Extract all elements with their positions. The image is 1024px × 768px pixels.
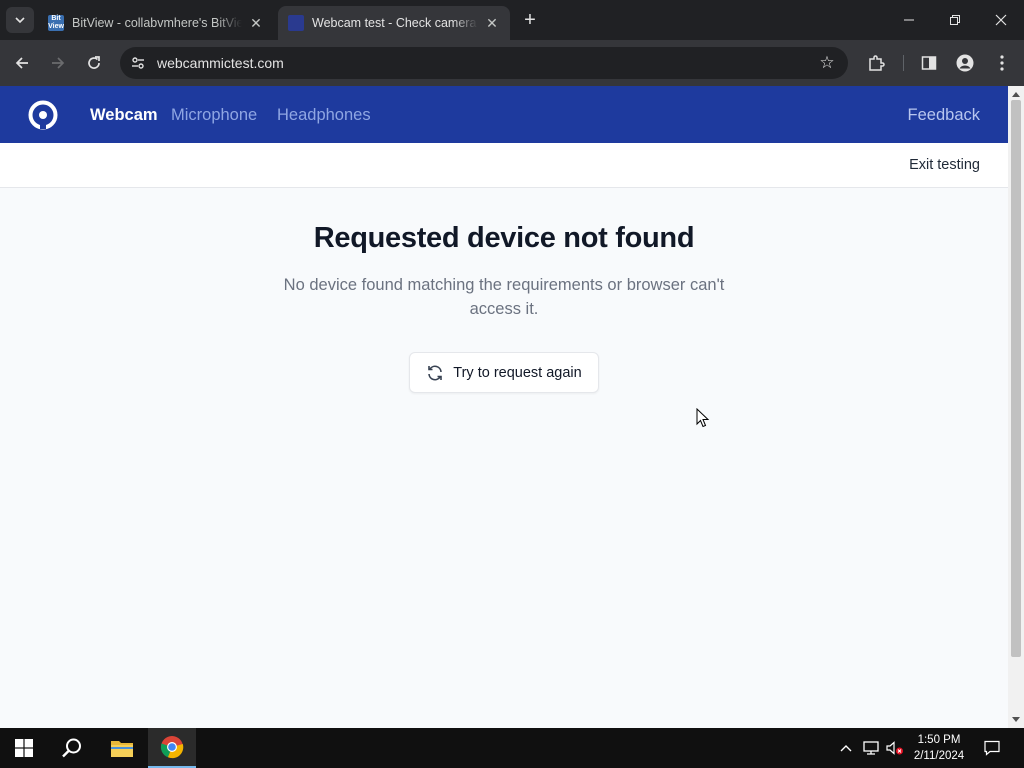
- arrow-right-icon: [52, 57, 65, 69]
- minimize-icon: [904, 19, 914, 21]
- chevron-up-icon: [840, 745, 852, 752]
- scroll-down-icon[interactable]: [1012, 717, 1020, 722]
- system-clock[interactable]: 1:50 PM 2/11/2024: [905, 732, 973, 764]
- close-window-button[interactable]: [978, 0, 1024, 40]
- refresh-icon: [428, 365, 443, 380]
- nav-headphones[interactable]: Headphones: [277, 106, 371, 125]
- tab-bitview[interactable]: Bit View BitView - collabvmhere's BitVie…: [38, 6, 274, 40]
- new-tab-button[interactable]: +: [518, 8, 542, 32]
- show-hidden-icons-button[interactable]: [836, 728, 856, 768]
- tab-title: Webcam test - Check camera online: [312, 16, 478, 30]
- search-button[interactable]: [48, 728, 96, 768]
- feedback-link[interactable]: Feedback: [908, 106, 980, 125]
- nav-microphone[interactable]: Microphone: [171, 106, 257, 125]
- clock-time: 1:50 PM: [917, 734, 961, 746]
- reload-icon: [88, 56, 100, 69]
- toolbar-divider: [903, 55, 904, 71]
- volume-tray-icon[interactable]: [884, 728, 906, 768]
- menu-button[interactable]: [988, 49, 1016, 77]
- arrow-left-icon: [15, 57, 28, 69]
- address-bar[interactable]: webcammictest.com ☆: [120, 47, 848, 79]
- mouse-cursor-icon: [696, 408, 710, 428]
- page-title: Requested device not found: [313, 222, 695, 254]
- forward-button[interactable]: [44, 49, 72, 77]
- close-icon: [995, 14, 1007, 26]
- windows-logo-icon: [15, 739, 33, 757]
- tab-webcam-test[interactable]: Webcam test - Check camera online ✕: [278, 6, 510, 40]
- reload-button[interactable]: [80, 49, 108, 77]
- page-viewport: Webcam Microphone Headphones Feedback Ex…: [0, 86, 1008, 728]
- tab-search-button[interactable]: [6, 7, 34, 33]
- notification-icon: [984, 740, 1000, 756]
- file-explorer-button[interactable]: [98, 728, 146, 768]
- side-panel-button[interactable]: [915, 49, 943, 77]
- chrome-icon: [160, 736, 184, 759]
- retry-request-button[interactable]: Try to request again: [409, 352, 599, 393]
- site-info-icon[interactable]: [128, 53, 148, 73]
- chrome-taskbar-button[interactable]: [148, 728, 196, 768]
- restore-button[interactable]: [932, 0, 978, 40]
- nav-webcam[interactable]: Webcam: [90, 106, 158, 125]
- browser-tab-strip: Bit View BitView - collabvmhere's BitVie…: [0, 0, 1024, 40]
- exit-testing-link[interactable]: Exit testing: [909, 157, 980, 173]
- puzzle-icon: [869, 55, 885, 71]
- tab-close-icon[interactable]: ✕: [248, 15, 264, 31]
- start-button[interactable]: [0, 728, 48, 768]
- extensions-button[interactable]: [862, 49, 890, 77]
- url-text: webcammictest.com: [157, 55, 284, 71]
- profile-button[interactable]: [951, 49, 979, 77]
- site-nav: Webcam Microphone Headphones Feedback: [0, 86, 1008, 143]
- browser-toolbar: webcammictest.com ☆: [0, 40, 1024, 86]
- error-description: No device found matching the requirement…: [283, 276, 725, 318]
- clock-date: 2/11/2024: [913, 750, 965, 762]
- side-panel-icon: [921, 56, 937, 70]
- back-button[interactable]: [8, 49, 36, 77]
- network-tray-icon[interactable]: [860, 728, 882, 768]
- test-subbar: Exit testing: [0, 143, 1008, 188]
- volume-muted-icon: [886, 741, 903, 755]
- more-vertical-icon: [1000, 55, 1004, 71]
- webcam-favicon-icon: [288, 15, 304, 31]
- folder-icon: [111, 741, 133, 757]
- tab-title: BitView - collabvmhere's BitView: [72, 16, 242, 30]
- retry-button-label: Try to request again: [453, 364, 582, 381]
- network-icon: [863, 741, 879, 755]
- scrollbar-thumb[interactable]: [1011, 100, 1021, 657]
- profile-icon: [956, 54, 974, 72]
- search-icon: [62, 738, 81, 758]
- restore-icon: [950, 15, 960, 25]
- page-scrollbar[interactable]: [1008, 86, 1024, 728]
- bookmark-star-icon[interactable]: ☆: [816, 52, 838, 74]
- scroll-up-icon[interactable]: [1012, 92, 1020, 97]
- tab-close-icon[interactable]: ✕: [484, 15, 500, 31]
- taskbar: 1:50 PM 2/11/2024: [0, 728, 1024, 768]
- site-logo-icon[interactable]: [27, 99, 59, 131]
- chevron-down-icon: [15, 17, 25, 24]
- bitview-favicon-icon: Bit View: [48, 15, 64, 31]
- minimize-button[interactable]: [886, 0, 932, 40]
- notifications-button[interactable]: [980, 728, 1004, 768]
